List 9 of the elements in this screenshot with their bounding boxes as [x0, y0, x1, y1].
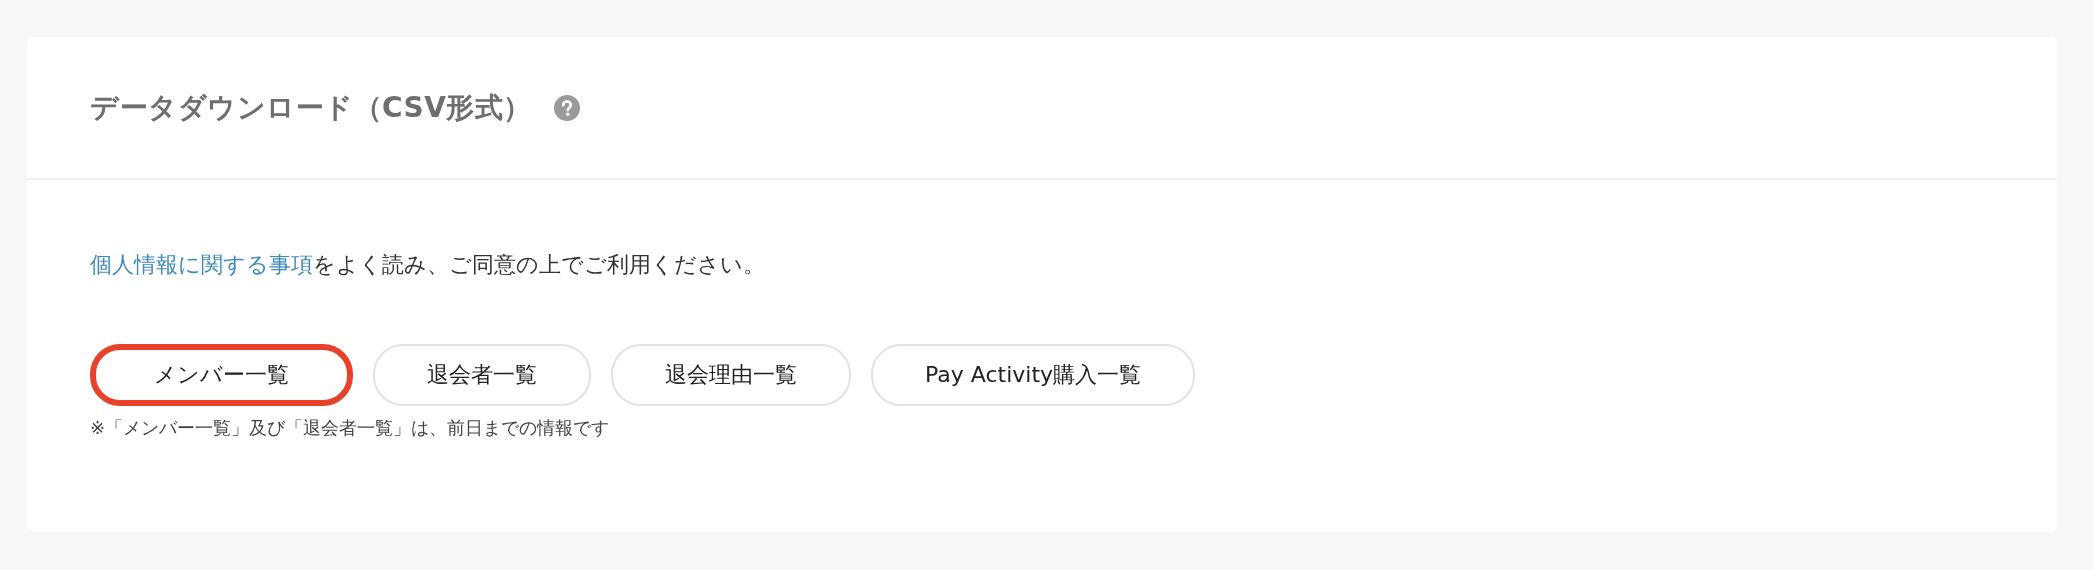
- footnote: ※「メンバー一覧」及び「退会者一覧」は、前日までの情報です: [90, 416, 611, 440]
- personal-info-link[interactable]: 個人情報に関する事項: [90, 252, 313, 277]
- download-button[interactable]: 退会理由一覧: [611, 344, 851, 406]
- help-icon[interactable]: [553, 94, 580, 121]
- download-button[interactable]: メンバー一覧: [90, 344, 353, 406]
- download-button[interactable]: Pay Activity購入一覧: [871, 344, 1196, 406]
- panel-title: データダウンロード（CSV形式）: [90, 89, 532, 126]
- consent-notice: 個人情報に関する事項をよく読み、ご同意の上でご利用ください。: [90, 251, 766, 279]
- download-button[interactable]: 退会者一覧: [373, 344, 591, 406]
